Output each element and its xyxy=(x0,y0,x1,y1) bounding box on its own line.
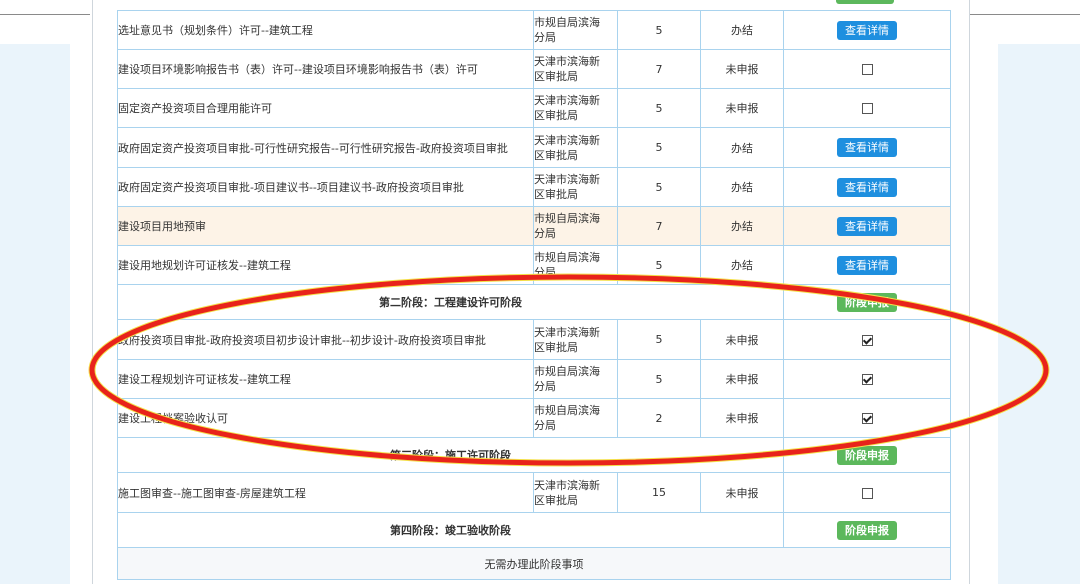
item-days: 5 xyxy=(617,359,701,399)
divider xyxy=(0,14,90,15)
item-status: 办结 xyxy=(700,10,784,50)
item-name: 政府固定资产投资项目审批-项目建议书--项目建议书-政府投资项目审批 xyxy=(117,167,534,207)
item-days: 5 xyxy=(617,10,701,50)
select-checkbox[interactable] xyxy=(861,64,873,75)
item-days: 7 xyxy=(617,49,701,89)
stage-title: 第三阶段：施工许可阶段 xyxy=(117,437,784,473)
item-days: 5 xyxy=(617,127,701,168)
item-name: 政府投资项目审批-政府投资项目初步设计审批--初步设计-政府投资项目审批 xyxy=(117,319,534,360)
table-row: 政府固定资产投资项目审批-可行性研究报告--可行性研究报告-政府投资项目审批 天… xyxy=(117,127,951,168)
item-status: 未申报 xyxy=(700,88,784,128)
left-gutter xyxy=(0,44,70,584)
item-status: 办结 xyxy=(700,206,784,246)
item-days: 7 xyxy=(617,206,701,246)
stage-header: 第四阶段：竣工验收阶段 阶段申报 xyxy=(117,512,951,548)
select-checkbox[interactable] xyxy=(861,487,873,499)
stage-title: 第二阶段：工程建设许可阶段 xyxy=(117,284,784,320)
item-days: 5 xyxy=(617,167,701,207)
item-department: 天津市滨海新 区审批局 xyxy=(533,127,618,168)
item-department: 市规自局滨海 分局 xyxy=(533,206,618,246)
content-border xyxy=(969,0,970,584)
item-status: 未申报 xyxy=(700,359,784,399)
empty-stage-row: 无需办理此阶段事项 xyxy=(117,547,951,580)
item-status: 办结 xyxy=(700,245,784,285)
item-department: 天津市滨海新 区审批局 xyxy=(533,49,618,89)
item-name: 建设用地规划许可证核发--建筑工程 xyxy=(117,245,534,285)
stage-apply-button[interactable]: 阶段申报 xyxy=(837,292,897,312)
item-name: 施工图审查--施工图审查-房屋建筑工程 xyxy=(117,472,534,513)
select-checkbox[interactable] xyxy=(861,103,873,114)
item-status: 未申报 xyxy=(700,49,784,89)
stage-header: 第三阶段：施工许可阶段 阶段申报 xyxy=(117,437,951,473)
divider xyxy=(970,14,1080,15)
table-row: 政府固定资产投资项目审批-项目建议书--项目建议书-政府投资项目审批 天津市滨海… xyxy=(117,167,951,207)
table-row: 建设用地规划许可证核发--建筑工程 市规自局滨海 分局 5 办结 查看详情 xyxy=(117,245,951,285)
table-row: 选址意见书（规划条件）许可--建筑工程 市规自局滨海 分局 5 办结 查看详情 xyxy=(117,10,951,50)
select-checkbox[interactable] xyxy=(861,374,873,385)
stage-apply-button[interactable]: 阶段申报 xyxy=(837,520,897,540)
item-name: 政府固定资产投资项目审批-可行性研究报告--可行性研究报告-政府投资项目审批 xyxy=(117,127,534,168)
table-row: 政府投资项目审批-政府投资项目初步设计审批--初步设计-政府投资项目审批 天津市… xyxy=(117,319,951,360)
view-details-button[interactable]: 查看详情 xyxy=(837,177,897,197)
item-name: 建设项目用地预审 xyxy=(117,206,534,246)
stage-title: 第四阶段：竣工验收阶段 xyxy=(117,512,784,548)
item-name: 建设工程档案验收认可 xyxy=(117,398,534,438)
view-details-button[interactable]: 查看详情 xyxy=(837,255,897,275)
stage-apply-button-partial[interactable] xyxy=(836,0,894,4)
stage-header: 第二阶段：工程建设许可阶段 阶段申报 xyxy=(117,284,951,320)
item-status: 未申报 xyxy=(700,398,784,438)
item-department: 市规自局滨海 分局 xyxy=(533,10,618,50)
item-department: 市规自局滨海 分局 xyxy=(533,359,618,399)
table-row: 建设工程规划许可证核发--建筑工程 市规自局滨海 分局 5 未申报 xyxy=(117,359,951,399)
stage-apply-button[interactable]: 阶段申报 xyxy=(837,445,897,465)
view-details-button[interactable]: 查看详情 xyxy=(837,138,897,157)
item-department: 市规自局滨海 分局 xyxy=(533,245,618,285)
item-department: 天津市滨海新 区审批局 xyxy=(533,319,618,360)
table-row: 施工图审查--施工图审查-房屋建筑工程 天津市滨海新 区审批局 15 未申报 xyxy=(117,472,951,513)
item-department: 市规自局滨海 分局 xyxy=(533,398,618,438)
item-days: 5 xyxy=(617,319,701,360)
item-name: 建设工程规划许可证核发--建筑工程 xyxy=(117,359,534,399)
table-row: 建设项目用地预审 市规自局滨海 分局 7 办结 查看详情 xyxy=(117,206,951,246)
item-department: 天津市滨海新 区审批局 xyxy=(533,88,618,128)
table-row: 固定资产投资项目合理用能许可 天津市滨海新 区审批局 5 未申报 xyxy=(117,88,951,128)
approval-items-table: 选址意见书（规划条件）许可--建筑工程 市规自局滨海 分局 5 办结 查看详情 建… xyxy=(117,10,951,580)
item-department: 天津市滨海新 区审批局 xyxy=(533,472,618,513)
item-status: 办结 xyxy=(700,167,784,207)
empty-stage-text: 无需办理此阶段事项 xyxy=(117,547,951,580)
select-checkbox[interactable] xyxy=(861,413,873,424)
table-row: 建设项目环境影响报告书（表）许可--建设项目环境影响报告书（表）许可 天津市滨海… xyxy=(117,49,951,89)
item-days: 5 xyxy=(617,245,701,285)
content-border xyxy=(92,0,93,584)
item-status: 未申报 xyxy=(700,472,784,513)
item-days: 15 xyxy=(617,472,701,513)
item-name: 选址意见书（规划条件）许可--建筑工程 xyxy=(117,10,534,50)
item-days: 2 xyxy=(617,398,701,438)
item-name: 建设项目环境影响报告书（表）许可--建设项目环境影响报告书（表）许可 xyxy=(117,49,534,89)
item-status: 未申报 xyxy=(700,319,784,360)
view-details-button[interactable]: 查看详情 xyxy=(837,20,897,40)
item-days: 5 xyxy=(617,88,701,128)
table-row: 建设工程档案验收认可 市规自局滨海 分局 2 未申报 xyxy=(117,398,951,438)
item-status: 办结 xyxy=(700,127,784,168)
view-details-button[interactable]: 查看详情 xyxy=(837,216,897,236)
item-name: 固定资产投资项目合理用能许可 xyxy=(117,88,534,128)
right-gutter xyxy=(998,44,1080,584)
select-checkbox[interactable] xyxy=(861,334,873,346)
item-department: 天津市滨海新 区审批局 xyxy=(533,167,618,207)
